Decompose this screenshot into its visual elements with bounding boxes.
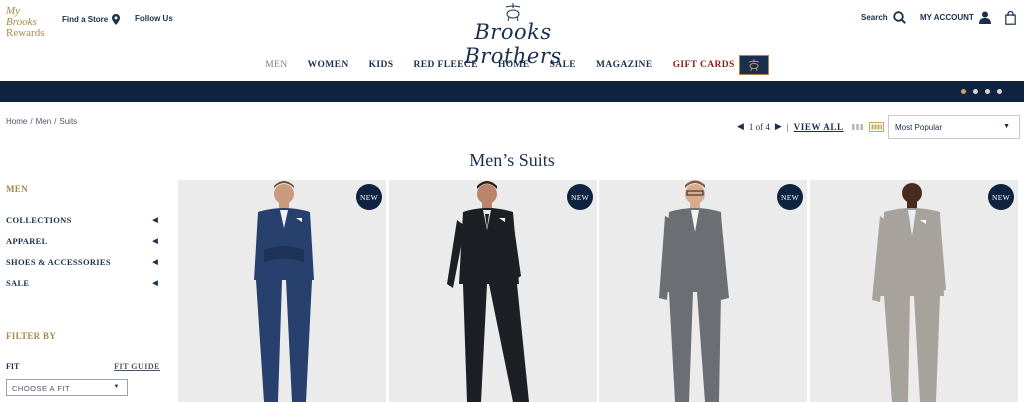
new-badge: NEW (988, 184, 1014, 210)
pager-divider: | (786, 121, 789, 132)
product-image[interactable] (810, 180, 1018, 402)
page-title: Men’s Suits (469, 150, 555, 170)
rewards-line1: My Brooks (6, 5, 37, 28)
nav-kids[interactable]: KIDS (359, 60, 404, 70)
product-card[interactable]: NEW (178, 180, 386, 402)
nav-men[interactable]: MEN (255, 60, 297, 70)
chevron-down-icon: ▼ (1003, 123, 1010, 130)
fit-dropdown[interactable]: CHOOSE A FIT ▼ (6, 379, 128, 396)
three-column-grid-icon[interactable] (852, 124, 863, 130)
carousel-dot[interactable] (997, 89, 1002, 94)
product-card[interactable]: NEW (389, 180, 597, 402)
promo-banner[interactable] (0, 81, 1024, 102)
rewards-line2: Rewards (6, 27, 45, 39)
fit-filter-row: FIT FIT GUIDE (6, 362, 160, 371)
golden-fleece-icon (748, 59, 759, 71)
my-brooks-rewards-logo[interactable]: My Brooks Rewards (6, 6, 52, 39)
breadcrumb-separator: / (54, 117, 57, 126)
follow-us-label: Follow Us (135, 14, 173, 23)
brooks-brothers-logo[interactable]: Brooks Brothers (430, 2, 596, 68)
sidebar-item-label: SHOES & ACCESSORIES (6, 257, 111, 267)
sidebar-item-label: COLLECTIONS (6, 215, 72, 225)
fit-guide-link[interactable]: FIT GUIDE (114, 362, 160, 371)
nav-sale[interactable]: SALE (540, 60, 586, 70)
category-sidebar: MEN COLLECTIONS ◀ APPAREL ◀ SHOES & ACCE… (6, 184, 162, 294)
carousel-dot[interactable] (973, 89, 978, 94)
caret-left-icon: ◀ (152, 216, 158, 224)
golden-fleece-icon (505, 3, 521, 22)
shopping-bag-icon (1005, 11, 1016, 25)
find-store-label: Find a Store (62, 15, 109, 24)
grid-view-toggle (852, 122, 884, 132)
prev-page-icon[interactable]: ◀ (737, 121, 744, 132)
find-a-store-link[interactable]: Find a Store (62, 14, 121, 25)
sidebar-item-apparel[interactable]: APPAREL ◀ (6, 231, 162, 252)
caret-left-icon: ◀ (152, 279, 158, 287)
caret-left-icon: ◀ (152, 258, 158, 266)
sort-value: Most Popular (895, 123, 943, 132)
chevron-down-icon: ▼ (113, 384, 120, 390)
breadcrumb: Home / Men / Suits (6, 117, 77, 126)
product-card[interactable]: NEW (599, 180, 807, 402)
fit-dropdown-placeholder: CHOOSE A FIT (12, 384, 71, 393)
filter-by-heading: FILTER BY (6, 331, 57, 341)
gift-card-thumbnail[interactable] (738, 55, 769, 75)
fit-label: FIT (6, 362, 20, 371)
breadcrumb-men[interactable]: Men (36, 117, 52, 126)
nav-women[interactable]: WOMEN (298, 60, 359, 70)
breadcrumb-separator: / (30, 117, 33, 126)
sidebar-item-label: APPAREL (6, 236, 48, 246)
sidebar-heading: MEN (6, 184, 28, 194)
sort-dropdown[interactable]: Most Popular ▼ (888, 115, 1020, 139)
nav-home[interactable]: HOME (488, 60, 540, 70)
location-pin-icon (112, 14, 121, 25)
top-utility-bar: My Brooks Rewards Find a Store Follow Us… (0, 0, 1024, 68)
carousel-dot[interactable] (985, 89, 990, 94)
search-icon (892, 11, 906, 24)
breadcrumb-suits: Suits (59, 117, 78, 126)
product-image[interactable] (599, 180, 807, 402)
four-column-grid-icon[interactable] (869, 122, 884, 132)
new-badge: NEW (777, 184, 803, 210)
my-account-label: MY ACCOUNT (920, 13, 974, 22)
shopping-bag-button[interactable] (1005, 11, 1016, 25)
new-badge: NEW (567, 184, 593, 210)
my-account-button[interactable]: MY ACCOUNT (920, 11, 991, 24)
main-navigation: MEN WOMEN KIDS RED FLEECE HOME SALE MAGA… (0, 54, 1024, 76)
follow-us-link[interactable]: Follow Us (135, 14, 173, 23)
carousel-dot[interactable] (961, 89, 966, 94)
new-badge: NEW (356, 184, 382, 210)
sidebar-item-shoes-accessories[interactable]: SHOES & ACCESSORIES ◀ (6, 252, 162, 273)
nav-gift-cards[interactable]: GIFT CARDS (663, 60, 745, 70)
page-indicator: 1 of 4 (748, 121, 770, 132)
carousel-dots (961, 89, 1002, 94)
nav-red-fleece[interactable]: RED FLEECE (403, 60, 487, 70)
breadcrumb-home[interactable]: Home (6, 117, 27, 126)
view-all-link[interactable]: VIEW ALL (794, 122, 844, 132)
caret-left-icon: ◀ (152, 237, 158, 245)
next-page-icon[interactable]: ▶ (775, 121, 782, 132)
nav-magazine[interactable]: MAGAZINE (586, 60, 663, 70)
user-icon (978, 11, 991, 24)
pagination: ◀ 1 of 4 ▶ | VIEW ALL (737, 121, 844, 132)
product-image[interactable] (178, 180, 386, 402)
sidebar-item-label: SALE (6, 278, 30, 288)
product-image[interactable] (389, 180, 597, 402)
search-label: Search (861, 13, 888, 22)
search-button[interactable]: Search (861, 11, 906, 24)
sidebar-item-collections[interactable]: COLLECTIONS ◀ (6, 210, 162, 231)
product-card[interactable]: NEW (810, 180, 1018, 402)
sidebar-item-sale[interactable]: SALE ◀ (6, 273, 162, 294)
